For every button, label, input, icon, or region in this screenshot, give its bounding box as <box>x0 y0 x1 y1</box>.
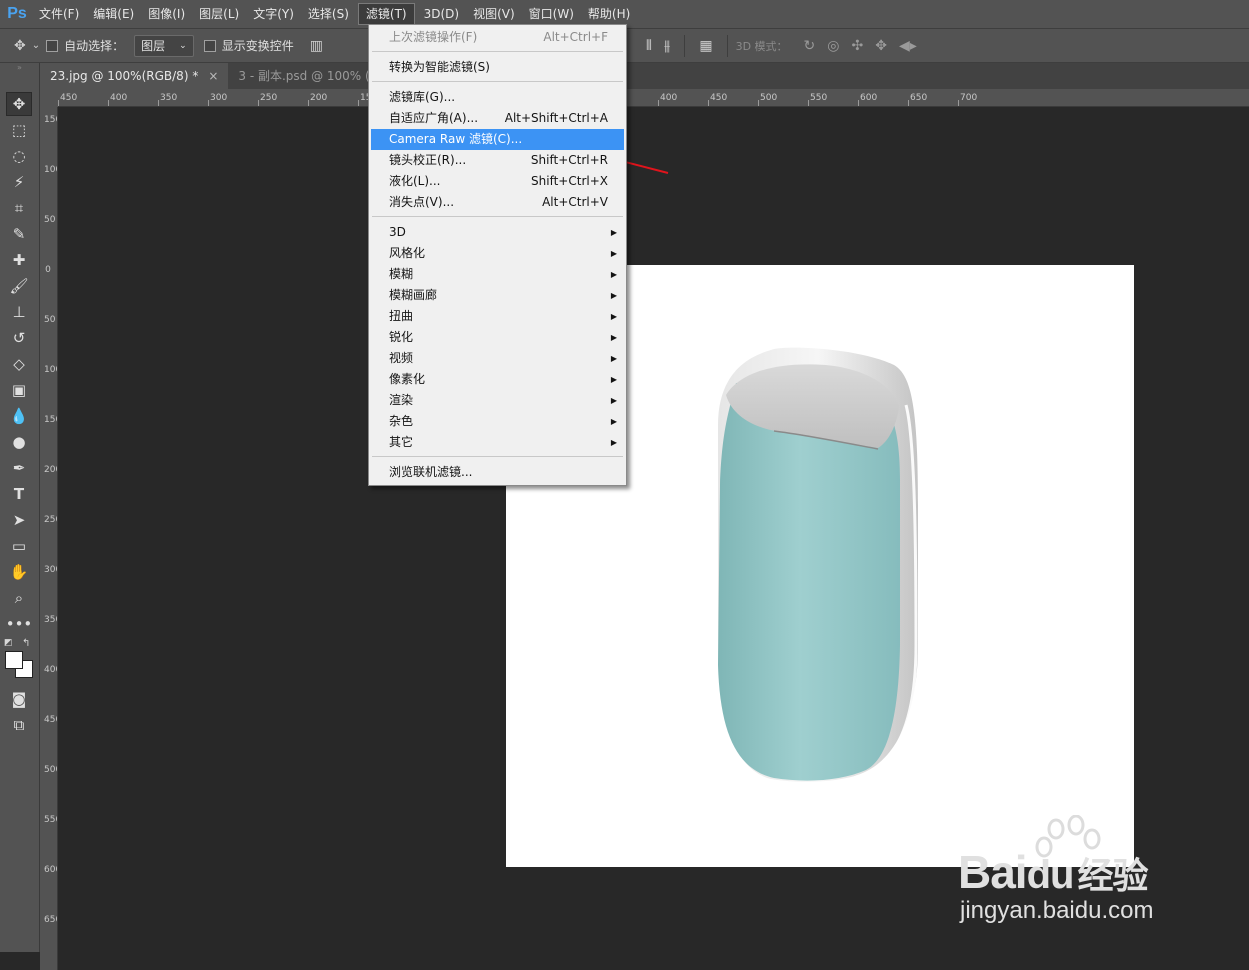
submenu-arrow-icon: ▶ <box>610 228 617 237</box>
filter-menu-item[interactable]: 模糊 ▶ <box>369 264 626 285</box>
filter-menu-item[interactable]: 像素化 ▶ <box>369 369 626 390</box>
filter-menu-item[interactable]: 消失点(V)... Alt+Ctrl+V <box>369 192 626 213</box>
submenu-arrow-icon: ▶ <box>610 291 617 300</box>
filter-menu-item[interactable]: 镜头校正(R)... Shift+Ctrl+R <box>369 150 626 171</box>
submenu-arrow-icon: ▶ <box>610 249 617 258</box>
filter-menu-item[interactable]: 转换为智能滤镜(S) <box>369 57 626 78</box>
filter-menu-item-label: 镜头校正(R)... <box>389 153 467 167</box>
filter-menu-item-shortcut: Alt+Ctrl+V <box>542 195 608 209</box>
filter-menu-item-label: 扭曲 <box>389 309 414 323</box>
filter-menu-item-label: Camera Raw 滤镜(C)... <box>389 132 523 146</box>
submenu-arrow-icon: ▶ <box>610 396 617 405</box>
filter-menu-item[interactable]: 渲染 ▶ <box>369 390 626 411</box>
filter-menu-item-label: 模糊 <box>389 267 414 281</box>
filter-menu-item[interactable]: Camera Raw 滤镜(C)... <box>371 129 624 150</box>
filter-menu-item-label: 滤镜库(G)... <box>389 90 456 104</box>
filter-menu-item[interactable]: 锐化 ▶ <box>369 327 626 348</box>
filter-menu-item[interactable]: 扭曲 ▶ <box>369 306 626 327</box>
filter-menu-item[interactable]: 液化(L)... Shift+Ctrl+X <box>369 171 626 192</box>
filter-menu-item[interactable]: 风格化 ▶ <box>369 243 626 264</box>
filter-menu-item-label: 像素化 <box>389 372 426 386</box>
filter-menu-item-shortcut: Alt+Ctrl+F <box>543 30 608 44</box>
submenu-arrow-icon: ▶ <box>610 312 617 321</box>
menu-separator <box>372 51 623 52</box>
filter-menu-item[interactable]: 浏览联机滤镜... <box>369 462 626 483</box>
filter-menu-item-label: 模糊画廊 <box>389 288 438 302</box>
filter-menu-item-label: 其它 <box>389 435 414 449</box>
filter-menu-item[interactable]: 滤镜库(G)... <box>369 87 626 108</box>
filter-menu-item[interactable]: 杂色 ▶ <box>369 411 626 432</box>
menu-separator <box>372 216 623 217</box>
filter-menu-item[interactable]: 上次滤镜操作(F) Alt+Ctrl+F <box>369 27 626 48</box>
filter-menu-item-label: 消失点(V)... <box>389 195 455 209</box>
filter-menu-item-label: 3D <box>389 225 406 239</box>
watermark-url: jingyan.baidu.com <box>960 897 1154 924</box>
filter-menu-item[interactable]: 自适应广角(A)... Alt+Shift+Ctrl+A <box>369 108 626 129</box>
menu-separator <box>372 456 623 457</box>
submenu-arrow-icon: ▶ <box>610 270 617 279</box>
watermark-brand-du: du <box>1026 853 1075 897</box>
submenu-arrow-icon: ▶ <box>610 333 617 342</box>
filter-menu-item-label: 渲染 <box>389 393 414 407</box>
filter-menu-item[interactable]: 模糊画廊 ▶ <box>369 285 626 306</box>
submenu-arrow-icon: ▶ <box>610 438 617 447</box>
filter-menu-item-label: 杂色 <box>389 414 414 428</box>
filter-menu-item-label: 自适应广角(A)... <box>389 111 479 125</box>
filter-menu-item[interactable]: 视频 ▶ <box>369 348 626 369</box>
submenu-arrow-icon: ▶ <box>610 375 617 384</box>
filter-menu-item-label: 转换为智能滤镜(S) <box>389 60 490 74</box>
filter-menu-item-label: 上次滤镜操作(F) <box>389 30 478 44</box>
filter-menu-item-label: 风格化 <box>389 246 426 260</box>
filter-menu-item[interactable]: 其它 ▶ <box>369 432 626 453</box>
submenu-arrow-icon: ▶ <box>610 354 617 363</box>
filter-menu-item-shortcut: Shift+Ctrl+R <box>530 153 608 167</box>
filter-menu-item-shortcut: Shift+Ctrl+X <box>531 174 608 188</box>
submenu-arrow-icon: ▶ <box>610 417 617 426</box>
filter-menu-item-label: 液化(L)... <box>389 174 441 188</box>
filter-menu-item-label: 浏览联机滤镜... <box>389 465 473 479</box>
filter-menu-item-shortcut: Alt+Shift+Ctrl+A <box>504 111 608 125</box>
filter-menu-item-label: 视频 <box>389 351 414 365</box>
filter-menu-item[interactable]: 3D ▶ <box>369 222 626 243</box>
watermark-brand: Bai <box>958 846 1028 898</box>
menu-separator <box>372 81 623 82</box>
filter-menu-dropdown: 上次滤镜操作(F) Alt+Ctrl+F 转换为智能滤镜(S) 滤镜库(G)... 自适… <box>368 24 627 486</box>
filter-menu-item-label: 锐化 <box>389 330 414 344</box>
watermark-cn: 经验 <box>1077 855 1148 896</box>
